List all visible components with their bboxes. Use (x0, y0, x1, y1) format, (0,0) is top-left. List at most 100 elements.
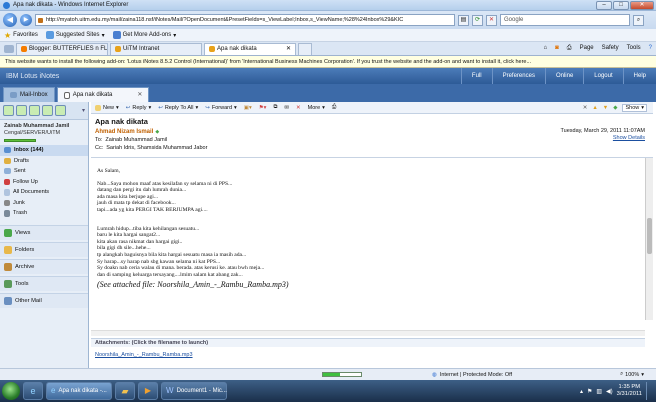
page-menu[interactable]: Page (580, 45, 594, 52)
browser-tab-label: Apa nak dikata (217, 45, 257, 52)
notebook-app-icon[interactable] (55, 105, 66, 116)
forward-button[interactable]: ↪ Forward ▾ (205, 105, 237, 111)
body-scrollbar[interactable] (645, 158, 653, 320)
tools-menu[interactable]: Tools (627, 45, 641, 52)
home-icon[interactable]: ⌂ (544, 45, 548, 52)
zoom-control[interactable]: ⌕ 100% ▾ (620, 371, 656, 378)
header-link-help[interactable]: Help (622, 68, 656, 84)
print-icon[interactable]: ⎙ (567, 45, 572, 52)
body-line: Sy harap...sy harap nab sbg kawan selama… (97, 258, 221, 265)
forward-button[interactable]: ▶ (20, 14, 32, 26)
delete-icon[interactable]: ✕ (296, 105, 301, 111)
help-icon[interactable]: ? (649, 45, 652, 52)
mail-app-icon[interactable] (3, 105, 14, 116)
todo-app-icon[interactable] (42, 105, 53, 116)
copy-into-new-icon[interactable]: ⧉ (273, 104, 277, 111)
clock[interactable]: 1:35 PM 3/31/2011 (617, 384, 642, 398)
taskbar-item-apa-nak-dikata[interactable]: e Apa nak dikata -... (46, 382, 112, 400)
new-tab-button[interactable] (298, 42, 312, 55)
taskbar-pinned-explorer[interactable]: ▰ (115, 382, 135, 400)
contacts-app-icon[interactable] (29, 105, 40, 116)
header-link-preferences[interactable]: Preferences (491, 68, 545, 84)
information-bar[interactable]: This website wants to install the follow… (0, 56, 656, 68)
next-message-icon[interactable]: ▼ (603, 105, 608, 111)
message-from[interactable]: Ahmad Nizam Ismail (95, 129, 153, 135)
nav-section-archive[interactable]: Archive (0, 258, 88, 274)
sidebar-item-all-documents[interactable]: All Documents (0, 187, 88, 198)
quick-tabs-icon[interactable] (4, 44, 14, 53)
browser-tab-blogger[interactable]: Blogger: BUTTERFLIES n FL... (16, 42, 108, 55)
show-details-link[interactable]: Show Details (613, 135, 645, 141)
previous-message-icon[interactable]: ▲ (592, 105, 597, 111)
header-link-online[interactable]: Online (544, 68, 583, 84)
scrollbar-thumb[interactable] (647, 218, 652, 254)
system-tray: ▴ ⚑ ▥ ◀) 1:35 PM 3/31/2011 (580, 382, 656, 400)
tab-apa-nak-dikata[interactable]: Apa nak dikata ✕ (56, 87, 150, 102)
back-button[interactable]: ◀ (3, 13, 17, 27)
search-icon[interactable]: ⌕ (633, 14, 644, 26)
safety-menu[interactable]: Safety (602, 45, 619, 52)
new-button[interactable]: New ▾ (95, 104, 119, 111)
tray-chevron-icon[interactable]: ▴ (580, 388, 583, 395)
show-menu[interactable]: Show ▾ (622, 103, 647, 112)
body-line: ada masa kita berjupe agi... (97, 193, 159, 200)
header-link-logout[interactable]: Logout (583, 68, 622, 84)
sidebar-item-drafts[interactable]: Drafts (0, 156, 88, 167)
more-button[interactable]: More ▾ (308, 105, 325, 111)
maximize-button[interactable]: □ (613, 1, 629, 10)
taskbar-pinned-ie[interactable]: e (23, 382, 43, 400)
print-icon[interactable]: ⎙ (332, 104, 336, 111)
sidebar-item-trash[interactable]: Trash (0, 208, 88, 219)
close-document-icon[interactable]: ✕ (583, 105, 588, 111)
taskbar-pinned-media[interactable]: ▶ (138, 382, 158, 400)
move-to-folder-icon[interactable]: ▣▾ (244, 105, 252, 111)
reply-all-button[interactable]: ↩ Reply To All ▾ (158, 105, 198, 111)
close-tab-icon[interactable]: ✕ (137, 88, 142, 102)
sidebar-item-junk[interactable]: Junk (0, 198, 88, 209)
chevron-down-icon[interactable]: ▾ (82, 107, 85, 114)
suggested-sites-icon (45, 31, 54, 39)
blogger-icon (21, 46, 27, 52)
nav-section-tools[interactable]: Tools (0, 275, 88, 291)
feeds-icon[interactable]: ◙ (555, 45, 559, 52)
get-more-addons-link[interactable]: Get More Add-ons ▾ (112, 31, 176, 39)
nav-section-folders[interactable]: Folders (0, 241, 88, 257)
close-button[interactable]: ✕ (630, 1, 654, 10)
browser-tab-apa-nak-dikata[interactable]: Apa nak dikata ✕ (204, 42, 296, 55)
follow-up-flag-icon[interactable]: ⚑▾ (259, 105, 267, 111)
chevron-down-icon: ▾ (641, 104, 644, 111)
stop-icon[interactable]: ✕ (486, 14, 497, 26)
unread-icon[interactable]: ◆ (613, 105, 617, 111)
taskbar-item-document1[interactable]: W Document1 - Mic... (161, 382, 227, 400)
browser-tab-uitm[interactable]: UiTM Intranet (110, 42, 202, 55)
network-icon[interactable]: ▥ (596, 388, 602, 395)
attachment-link[interactable]: Noorshila_Amin_-_Rambu_Ramba.mp3 (95, 352, 193, 358)
flag-icon[interactable]: ⚑ (587, 388, 592, 395)
nav-section-views[interactable]: Views (0, 224, 88, 240)
minimize-button[interactable]: – (596, 1, 612, 10)
url-input[interactable]: http://myatoh.uitm.edu.my/mail/zaina118.… (35, 14, 455, 26)
sidebar-item-follow-up[interactable]: Follow Up (0, 177, 88, 188)
calendar-app-icon[interactable] (16, 105, 27, 116)
suggested-sites-link[interactable]: Suggested Sites ▾ (45, 31, 105, 39)
reply-button[interactable]: ↩ Reply ▾ (126, 105, 151, 111)
search-input[interactable]: Google (500, 14, 630, 26)
junk-icon (4, 199, 10, 206)
close-tab-icon[interactable]: ✕ (286, 44, 291, 55)
nav-section-other-mail[interactable]: Other Mail (0, 292, 88, 308)
sidebar-item-inbox[interactable]: Inbox (144) (0, 145, 88, 156)
refresh-icon[interactable]: ⟳ (472, 14, 483, 26)
body-line: bila gigi dh sile...hehe... (97, 245, 151, 252)
horizontal-scrollbar[interactable] (91, 330, 645, 336)
tab-mail-inbox[interactable]: Mail-Inbox (3, 87, 55, 102)
compatibility-icon[interactable]: ▤ (458, 14, 469, 26)
security-zone[interactable]: ◍ Internet | Protected Mode: Off (432, 372, 512, 378)
header-link-full[interactable]: Full (460, 68, 492, 84)
media-player-icon: ▶ (144, 386, 152, 395)
start-button[interactable] (2, 382, 20, 400)
volume-icon[interactable]: ◀) (606, 388, 613, 395)
mark-read-icon[interactable]: ✉ (284, 105, 289, 111)
favorites-button[interactable]: ★ Favorites (4, 31, 38, 40)
show-desktop-button[interactable] (646, 382, 652, 400)
sidebar-item-sent[interactable]: Sent (0, 166, 88, 177)
